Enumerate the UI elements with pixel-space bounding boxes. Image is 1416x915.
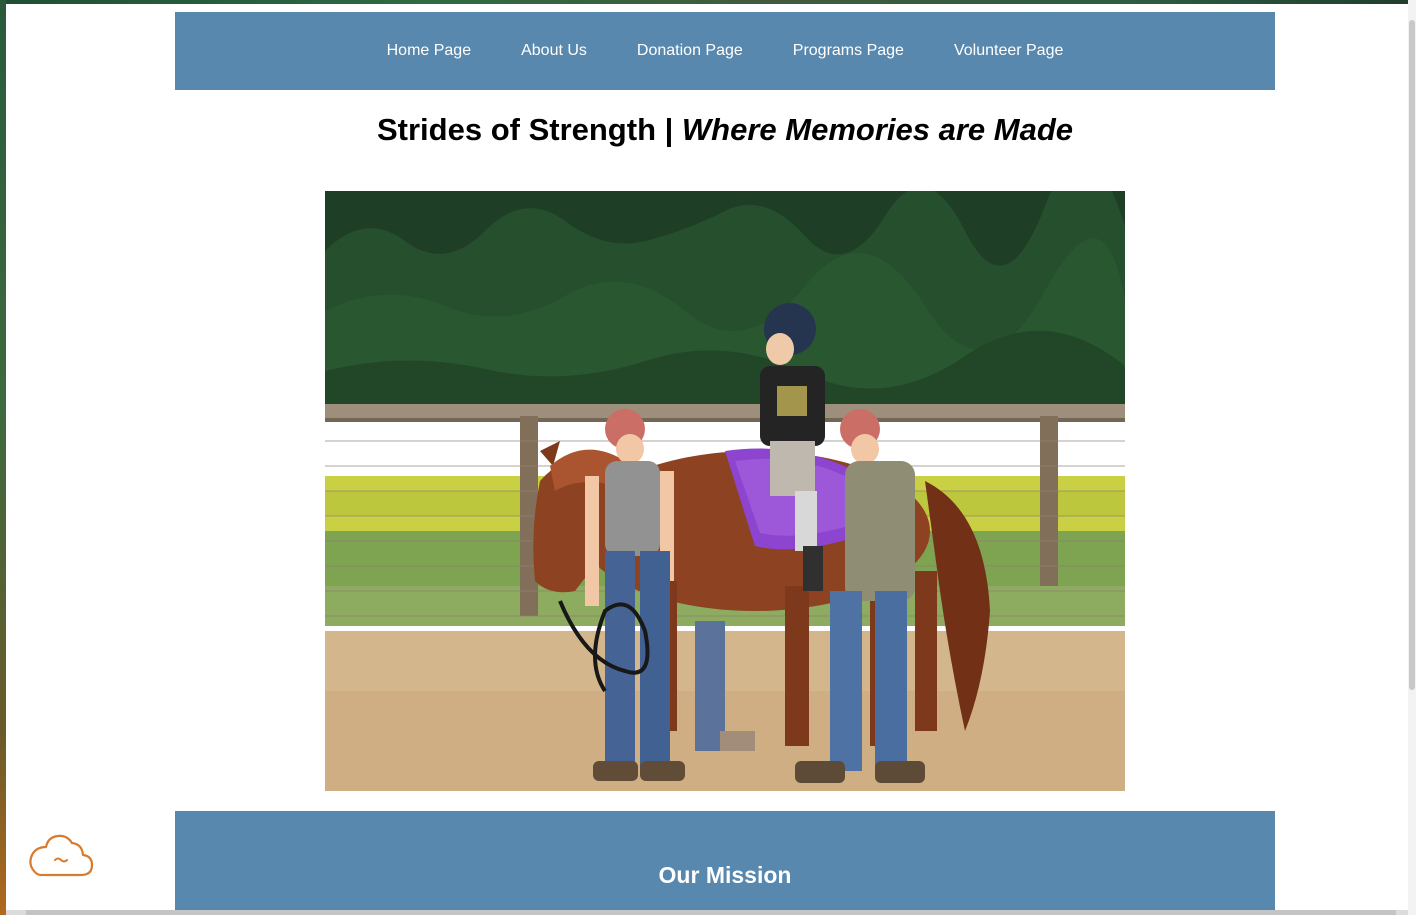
vertical-scrollbar-thumb[interactable] bbox=[1409, 20, 1415, 690]
mission-section: Our Mission bbox=[175, 811, 1275, 915]
nav-about-us[interactable]: About Us bbox=[521, 41, 587, 61]
nav-programs-page[interactable]: Programs Page bbox=[793, 41, 904, 61]
top-decorative-strip bbox=[0, 0, 1416, 4]
cloud-chat-icon[interactable] bbox=[27, 833, 95, 879]
main-nav: Home Page About Us Donation Page Program… bbox=[175, 12, 1275, 90]
page-title-main: Strides of Strength | bbox=[376, 112, 682, 147]
nav-volunteer-page[interactable]: Volunteer Page bbox=[954, 41, 1063, 61]
left-decorative-edge bbox=[0, 0, 6, 915]
vertical-scrollbar[interactable] bbox=[1408, 0, 1416, 915]
nav-donation-page[interactable]: Donation Page bbox=[637, 41, 743, 61]
page-title: Strides of Strength | Where Memories are… bbox=[175, 108, 1275, 152]
nav-home-page[interactable]: Home Page bbox=[387, 41, 472, 61]
hero-image bbox=[325, 191, 1125, 791]
horizontal-scrollbar[interactable] bbox=[6, 910, 1408, 915]
page-title-tagline: Where Memories are Made bbox=[681, 112, 1073, 147]
mission-heading: Our Mission bbox=[658, 862, 792, 888]
horizontal-scrollbar-thumb[interactable] bbox=[26, 910, 1396, 915]
